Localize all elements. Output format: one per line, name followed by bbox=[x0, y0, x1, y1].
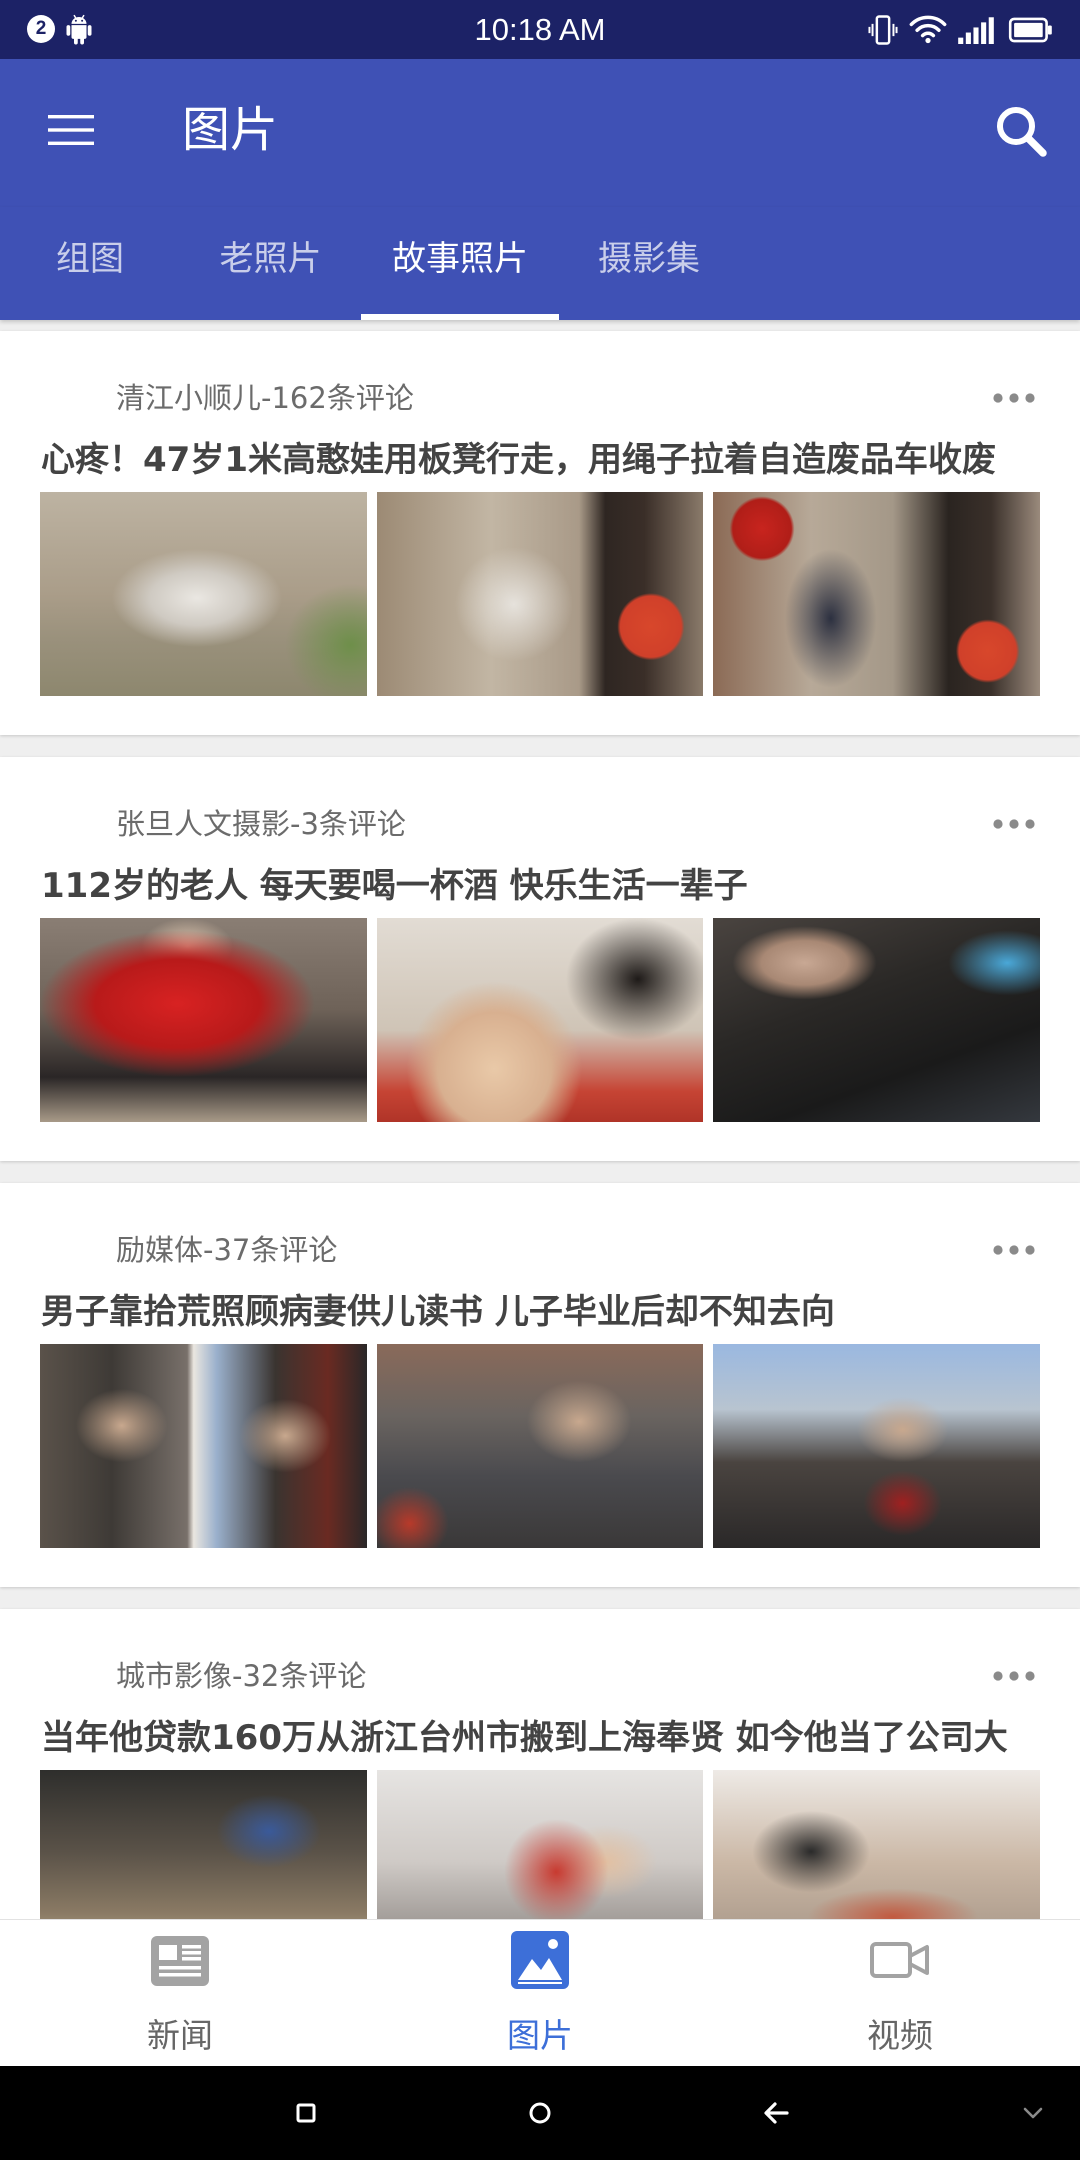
tab-label: 组图 bbox=[56, 239, 124, 279]
battery-icon bbox=[1008, 17, 1052, 43]
more-horizontal-icon[interactable] bbox=[993, 1241, 1035, 1259]
card-source: 张旦人文摄影-3条评论 bbox=[116, 807, 406, 841]
news-card[interactable]: 励媒体-37条评论 男子靠拾荒照顾病妻供儿读书 儿子毕业后却不知去向 bbox=[0, 1183, 1080, 1587]
menu-icon[interactable] bbox=[48, 114, 94, 146]
tab-photography-collection[interactable]: 摄影集 bbox=[559, 207, 739, 320]
news-card[interactable]: 张旦人文摄影-3条评论 112岁的老人 每天要喝一杯酒 快乐生活一辈子 bbox=[0, 757, 1080, 1161]
photo-feed[interactable]: 清江小顺儿-162条评论 心疼！47岁1米高憨娃用板凳行走，用绳子拉着自造废品车… bbox=[0, 320, 1080, 1919]
tab-old-photos[interactable]: 老照片 bbox=[180, 207, 361, 320]
search-icon[interactable] bbox=[994, 104, 1048, 158]
card-title[interactable]: 112岁的老人 每天要喝一杯酒 快乐生活一辈子 bbox=[41, 863, 1041, 909]
card-source: 励媒体-37条评论 bbox=[116, 1233, 338, 1267]
bottom-navigation: 新闻 图片 视频 bbox=[0, 1919, 1080, 2066]
card-title[interactable]: 当年他贷款160万从浙江台州市搬到上海奉贤 如今他当了公司大 bbox=[41, 1715, 1041, 1761]
photo-thumbnail[interactable] bbox=[40, 918, 367, 1122]
card-image-row bbox=[40, 492, 1041, 696]
tab-label: 摄影集 bbox=[598, 239, 700, 279]
system-navigation-bar bbox=[0, 2066, 1080, 2160]
more-horizontal-icon[interactable] bbox=[993, 815, 1035, 833]
nav-item-images[interactable]: 图片 bbox=[360, 1920, 720, 2067]
photo-thumbnail[interactable] bbox=[40, 1344, 367, 1548]
photo-thumbnail[interactable] bbox=[376, 918, 704, 1122]
photo-thumbnail[interactable] bbox=[40, 492, 367, 696]
card-title[interactable]: 男子靠拾荒照顾病妻供儿读书 儿子毕业后却不知去向 bbox=[41, 1289, 1041, 1335]
nav-label: 视频 bbox=[867, 2016, 933, 2055]
nav-label: 新闻 bbox=[147, 2016, 213, 2055]
photo-thumbnail[interactable] bbox=[713, 1770, 1041, 1919]
tab-story-photos[interactable]: 故事照片 bbox=[361, 207, 559, 320]
recents-icon[interactable] bbox=[296, 2103, 316, 2123]
more-horizontal-icon[interactable] bbox=[993, 389, 1035, 407]
tab-label: 故事照片 bbox=[392, 239, 528, 279]
vibrate-icon bbox=[868, 15, 898, 45]
card-image-row bbox=[40, 1770, 1041, 1919]
image-icon bbox=[511, 1931, 569, 1989]
photo-thumbnail[interactable] bbox=[713, 492, 1041, 696]
wifi-icon bbox=[909, 15, 947, 44]
card-image-row bbox=[40, 918, 1041, 1122]
more-horizontal-icon[interactable] bbox=[993, 1667, 1035, 1685]
news-card[interactable]: 城市影像-32条评论 当年他贷款160万从浙江台州市搬到上海奉贤 如今他当了公司… bbox=[0, 1609, 1080, 1919]
photo-thumbnail[interactable] bbox=[713, 1344, 1041, 1548]
back-icon[interactable] bbox=[763, 2101, 789, 2125]
photo-thumbnail[interactable] bbox=[713, 918, 1041, 1122]
app-bar: 图片 bbox=[0, 59, 1080, 207]
tab-label: 老照片 bbox=[219, 239, 322, 279]
card-source: 清江小顺儿-162条评论 bbox=[116, 381, 414, 415]
home-icon[interactable] bbox=[528, 2101, 552, 2125]
screen: 2 10:18 AM 图片 组图 老照片 故事照片 摄影集 清江小顺儿-162条… bbox=[0, 0, 1080, 2160]
signal-icon bbox=[958, 17, 994, 44]
status-bar: 2 10:18 AM bbox=[0, 0, 1080, 59]
photo-thumbnail[interactable] bbox=[376, 1344, 704, 1548]
news-card[interactable]: 清江小顺儿-162条评论 心疼！47岁1米高憨娃用板凳行走，用绳子拉着自造废品车… bbox=[0, 331, 1080, 735]
card-image-row bbox=[40, 1344, 1041, 1548]
tab-group-photos[interactable]: 组图 bbox=[0, 207, 180, 320]
video-icon bbox=[870, 1942, 929, 1978]
tab-indicator bbox=[361, 314, 559, 320]
page-title: 图片 bbox=[182, 102, 279, 158]
category-tabs: 组图 老照片 故事照片 摄影集 bbox=[0, 207, 1080, 320]
nav-item-video[interactable]: 视频 bbox=[720, 1920, 1080, 2067]
photo-thumbnail[interactable] bbox=[376, 492, 704, 696]
card-source: 城市影像-32条评论 bbox=[116, 1659, 367, 1693]
nav-item-news[interactable]: 新闻 bbox=[0, 1920, 360, 2067]
card-title[interactable]: 心疼！47岁1米高憨娃用板凳行走，用绳子拉着自造废品车收废 bbox=[41, 437, 1041, 483]
news-icon bbox=[151, 1936, 209, 1986]
photo-thumbnail[interactable] bbox=[376, 1770, 704, 1919]
nav-label: 图片 bbox=[507, 2016, 573, 2055]
photo-thumbnail[interactable] bbox=[40, 1770, 367, 1919]
hide-nav-icon[interactable] bbox=[1022, 2105, 1044, 2121]
